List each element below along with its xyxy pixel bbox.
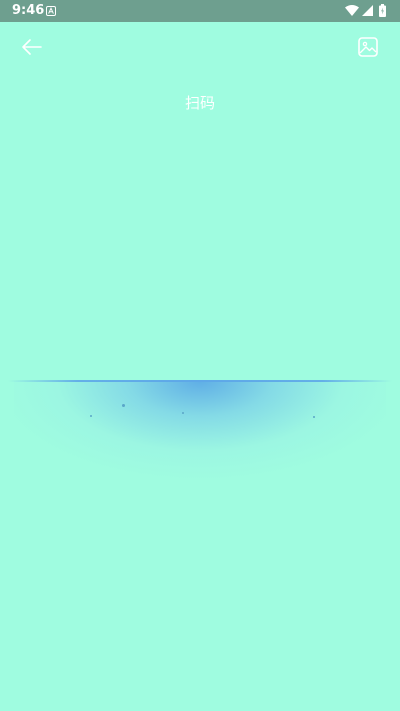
page-title: 扫码 xyxy=(184,94,215,112)
notification-a-icon xyxy=(46,6,56,16)
scan-particle xyxy=(313,416,315,418)
scan-particle xyxy=(122,404,125,407)
status-time: 9:46 xyxy=(12,3,45,18)
image-icon xyxy=(358,37,378,57)
scan-glow xyxy=(14,381,386,481)
signal-icon xyxy=(362,5,373,16)
gallery-button[interactable] xyxy=(356,35,380,59)
status-bar: 9:46 xyxy=(0,0,400,22)
wifi-icon xyxy=(345,5,359,16)
back-button[interactable] xyxy=(18,34,46,60)
battery-icon xyxy=(379,4,386,17)
scan-particle xyxy=(182,412,184,414)
scan-particle xyxy=(90,415,92,417)
scan-line xyxy=(8,380,392,382)
arrow-left-icon xyxy=(22,39,42,55)
